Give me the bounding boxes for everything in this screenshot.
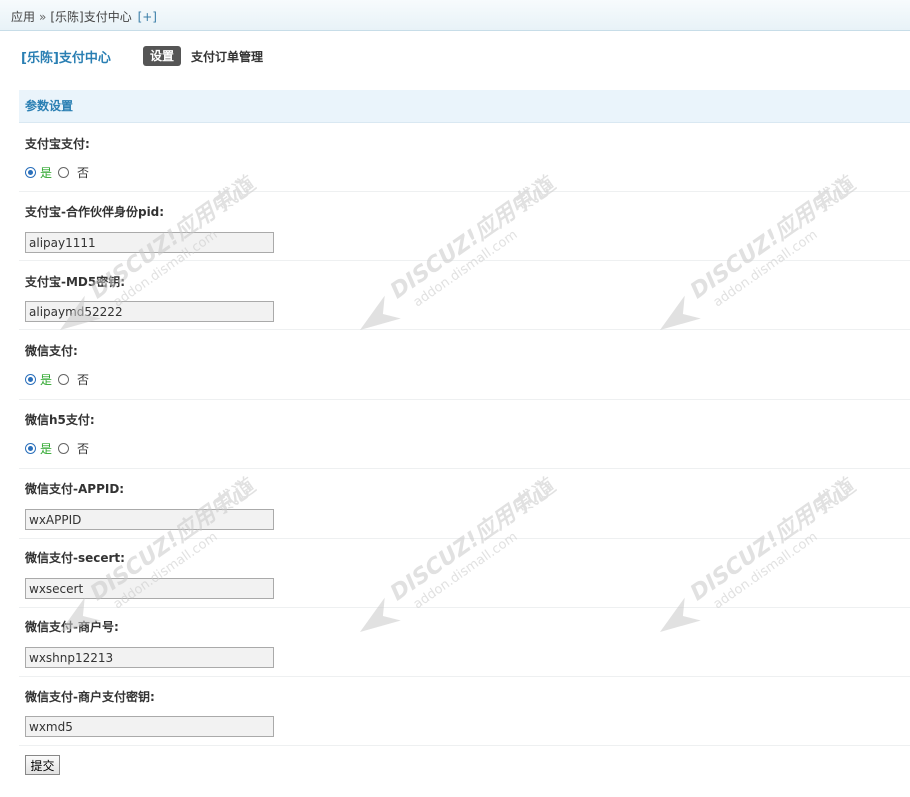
breadcrumb: 应用 » [乐陈]支付中心 [+] (11, 8, 157, 25)
radio-yes-label: 是 (40, 442, 53, 456)
radio-checked-icon[interactable] (25, 374, 36, 385)
field-label: 微信支付-APPID: (25, 482, 125, 496)
radio-no-label: 否 (77, 166, 90, 180)
radio-unchecked-icon[interactable] (58, 167, 70, 178)
setting-row-alipay-enable: 支付宝支付: 是 否 (19, 124, 910, 192)
wechat-secret-input[interactable] (25, 578, 274, 599)
wechat-merchant-key-input[interactable] (25, 716, 274, 737)
breadcrumb-root-link[interactable]: 应用 (11, 10, 35, 24)
setting-row-wechat-enable: 微信支付: 是 否 (19, 330, 910, 400)
setting-row-wechat-merchant-key: 微信支付-商户支付密钥: (19, 677, 910, 746)
submit-button[interactable]: 提交 (25, 755, 60, 775)
field-label: 支付宝-合作伙伴身份pid: (25, 205, 165, 219)
radio-group: 是 否 (25, 371, 89, 388)
radio-yes-label: 是 (40, 166, 53, 180)
field-label: 支付宝-MD5密钥: (25, 275, 126, 289)
radio-no[interactable]: 否 (58, 371, 89, 388)
field-label: 微信支付-secert: (25, 551, 125, 565)
radio-no[interactable]: 否 (58, 164, 89, 181)
setting-row-alipay-pid: 支付宝-合作伙伴身份pid: (19, 192, 910, 261)
top-bar: 应用 » [乐陈]支付中心 [+] (0, 0, 910, 31)
radio-group: 是 否 (25, 440, 89, 457)
field-label: 微信支付-商户支付密钥: (25, 690, 155, 704)
breadcrumb-current: [乐陈]支付中心 (50, 10, 132, 24)
field-label: 微信h5支付: (25, 413, 95, 427)
section-title: 参数设置 (25, 99, 74, 113)
alipay-pid-input[interactable] (25, 232, 274, 253)
wechat-appid-input[interactable] (25, 509, 274, 530)
setting-row-wechat-secret: 微信支付-secert: (19, 539, 910, 608)
radio-no-label: 否 (77, 373, 90, 387)
radio-unchecked-icon[interactable] (58, 374, 70, 385)
section-header: 参数设置 (19, 90, 910, 123)
setting-row-wechat-merchant-id: 微信支付-商户号: (19, 608, 910, 677)
radio-no-label: 否 (77, 442, 90, 456)
setting-row-wechat-appid: 微信支付-APPID: (19, 469, 910, 539)
breadcrumb-separator: » (39, 10, 47, 24)
radio-yes[interactable]: 是 (25, 164, 52, 181)
radio-unchecked-icon[interactable] (58, 443, 70, 454)
setting-row-alipay-md5: 支付宝-MD5密钥: (19, 261, 910, 330)
tab-settings[interactable]: 设置 (143, 46, 181, 66)
add-shortcut-link[interactable]: [+] (138, 10, 157, 24)
field-label: 支付宝支付: (25, 137, 90, 151)
field-label: 微信支付-商户号: (25, 620, 119, 634)
wechat-merchant-id-input[interactable] (25, 647, 274, 668)
tab-order-management[interactable]: 支付订单管理 (191, 48, 263, 65)
radio-yes[interactable]: 是 (25, 371, 52, 388)
radio-checked-icon[interactable] (25, 167, 36, 178)
field-label: 微信支付: (25, 344, 78, 358)
alipay-md5-input[interactable] (25, 301, 274, 322)
radio-yes[interactable]: 是 (25, 440, 52, 457)
radio-checked-icon[interactable] (25, 443, 36, 454)
radio-group: 是 否 (25, 164, 89, 181)
plugin-title: [乐陈]支付中心 (21, 51, 111, 66)
setting-row-wechat-h5-enable: 微信h5支付: 是 否 (19, 400, 910, 469)
radio-no[interactable]: 否 (58, 440, 89, 457)
radio-yes-label: 是 (40, 373, 53, 387)
